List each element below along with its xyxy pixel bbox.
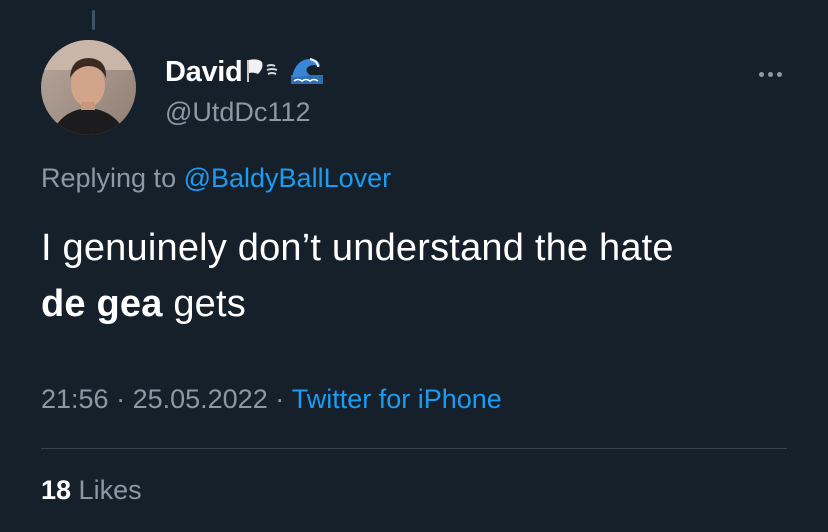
- replying-to-label: Replying to: [41, 163, 184, 193]
- meta-separator: ·: [108, 384, 133, 414]
- meta-separator: ·: [267, 384, 292, 414]
- tweet-date[interactable]: 25.05.2022: [133, 384, 268, 415]
- dot-icon: [767, 71, 773, 77]
- wave-icon: [290, 55, 324, 90]
- dot-icon: [758, 71, 764, 77]
- tweet-text: I genuinely don’t understand the hate de…: [41, 220, 801, 332]
- avatar-photo: [41, 40, 136, 135]
- replying-to-line: Replying to @BaldyBallLover: [41, 163, 391, 194]
- tweet-source-link[interactable]: Twitter for iPhone: [292, 384, 502, 415]
- dash-flag-icon: [246, 56, 286, 89]
- replying-to-mention-link[interactable]: @BaldyBallLover: [184, 163, 392, 193]
- thread-connector-line: [92, 10, 95, 30]
- likes-link[interactable]: 18 Likes: [41, 475, 142, 506]
- dot-icon: [776, 71, 782, 77]
- author-display-name[interactable]: David: [165, 56, 243, 89]
- likes-count: 18: [41, 475, 72, 505]
- more-options-button[interactable]: [750, 64, 790, 84]
- divider: [41, 448, 787, 449]
- tweet-text-bold: de gea: [41, 283, 163, 325]
- tweet-text-line: de gea gets: [41, 276, 801, 332]
- avatar[interactable]: [41, 40, 136, 135]
- tweet-text-rest: gets: [162, 283, 246, 325]
- tweet-metadata: 21:56 · 25.05.2022 · Twitter for iPhone: [41, 384, 502, 415]
- likes-label: Likes: [71, 475, 142, 505]
- author-handle[interactable]: @UtdDc112: [165, 97, 310, 128]
- tweet-text-line: I genuinely don’t understand the hate: [41, 227, 674, 269]
- tweet-time[interactable]: 21:56: [41, 384, 109, 415]
- author-name-row[interactable]: David: [165, 55, 324, 89]
